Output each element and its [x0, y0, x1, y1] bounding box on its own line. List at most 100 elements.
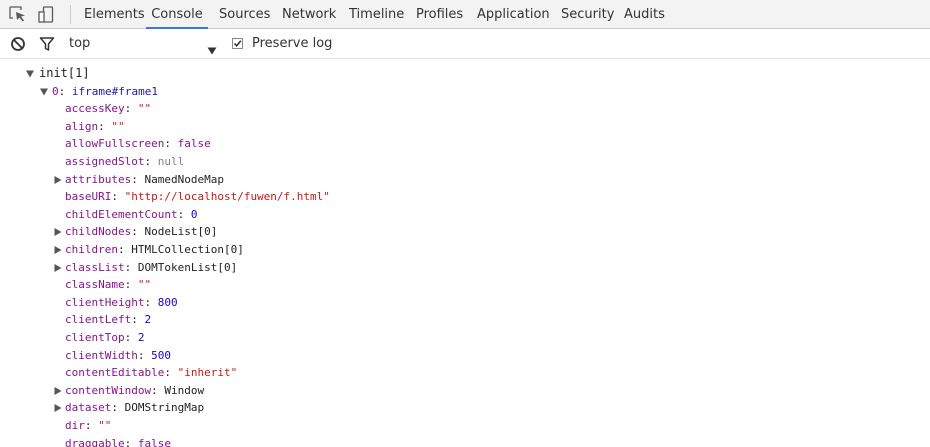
property-value: false	[177, 137, 211, 151]
property-separator: :	[164, 137, 178, 151]
property-name: childNodes	[65, 225, 132, 239]
property-separator: :	[124, 278, 138, 292]
expand-triangle-icon[interactable]	[54, 386, 62, 395]
property-separator: :	[164, 366, 178, 380]
collapse-triangle-icon[interactable]	[26, 70, 34, 78]
property-name: allowFullscreen	[65, 137, 165, 151]
expand-triangle-icon[interactable]	[54, 246, 62, 254]
devtools-window: Elements Console Sources Network Timelin…	[0, 0, 930, 447]
property-row: clientWidth: 500	[0, 347, 930, 365]
preserve-log-label[interactable]: Preserve log	[252, 29, 332, 59]
property-row[interactable]: classList: DOMTokenList[0]	[0, 259, 930, 277]
property-separator: :	[151, 383, 165, 397]
property-separator: :	[124, 102, 138, 116]
preserve-log-checkbox[interactable]	[232, 38, 243, 49]
property-separator: :	[144, 155, 158, 168]
property-separator: :	[111, 190, 125, 204]
property-value: ""	[98, 419, 112, 432]
property-name: attributes	[65, 172, 132, 186]
item-separator: :	[58, 84, 72, 98]
property-value: 2	[137, 331, 145, 344]
property-value: "inherit"	[177, 366, 238, 380]
expand-triangle-icon[interactable]	[54, 175, 62, 184]
property-value: 0	[190, 207, 198, 221]
property-separator: :	[84, 419, 99, 432]
property-name: contentWindow	[65, 383, 152, 397]
inspect-element-icon[interactable]	[9, 6, 27, 23]
property-row: contentEditable: "inherit"	[0, 364, 930, 382]
property-separator: :	[117, 243, 132, 256]
property-name: dataset	[65, 401, 112, 415]
item-tag: iframe#frame1	[71, 84, 158, 98]
dropdown-arrow-icon[interactable]	[207, 40, 217, 55]
property-row: clientHeight: 800	[0, 294, 930, 312]
property-separator: :	[144, 295, 158, 309]
context-selector[interactable]: top	[69, 29, 90, 59]
property-separator: :	[131, 313, 145, 327]
tab-timeline[interactable]: Timeline	[349, 0, 404, 28]
filter-icon[interactable]	[39, 36, 55, 52]
property-value: DOMStringMap	[124, 401, 205, 415]
property-row: clientLeft: 2	[0, 311, 930, 329]
tab-security[interactable]: Security	[561, 0, 614, 28]
property-row: clientTop: 2	[0, 329, 930, 347]
tab-profiles[interactable]: Profiles	[416, 0, 463, 28]
property-name: clientLeft	[65, 313, 132, 327]
property-value: 500	[151, 348, 171, 362]
property-value: false	[137, 436, 171, 447]
property-row: allowFullscreen: false	[0, 135, 930, 153]
property-row[interactable]: contentWindow: Window	[0, 382, 930, 400]
property-row[interactable]: childNodes: NodeList[0]	[0, 223, 930, 241]
property-value: "http://localhost/fuwen/f.html"	[124, 190, 330, 204]
tab-console[interactable]: Console	[146, 0, 208, 29]
property-name: align	[65, 119, 99, 133]
property-separator: :	[124, 331, 138, 344]
property-name: contentEditable	[65, 366, 165, 380]
property-name: dir	[65, 419, 85, 432]
property-row: childElementCount: 0	[0, 206, 930, 224]
devtools-tabbar: Elements Console Sources Network Timelin…	[0, 0, 930, 29]
property-value: NodeList[0]	[144, 225, 218, 239]
property-separator: :	[98, 119, 112, 133]
property-value: ""	[137, 278, 152, 292]
collapse-triangle-icon[interactable]	[40, 88, 48, 96]
tab-audits[interactable]: Audits	[624, 0, 665, 28]
property-name: baseURI	[65, 190, 112, 204]
property-value: NamedNodeMap	[144, 172, 224, 186]
property-separator: :	[111, 401, 125, 415]
property-name: draggable	[65, 436, 125, 447]
property-row[interactable]: dataset: DOMStringMap	[0, 399, 930, 417]
property-row: draggable: false	[0, 435, 930, 447]
property-row: assignedSlot: null	[0, 153, 930, 171]
tab-network[interactable]: Network	[282, 0, 336, 28]
property-name: className	[65, 278, 125, 292]
toolbar-divider	[70, 5, 71, 24]
property-name: assignedSlot	[65, 155, 145, 168]
clear-console-icon[interactable]	[10, 36, 26, 52]
tab-sources[interactable]: Sources	[219, 0, 270, 28]
property-value: null	[157, 155, 185, 168]
property-value: Window	[164, 383, 205, 397]
property-row[interactable]: attributes: NamedNodeMap	[0, 171, 930, 189]
expand-triangle-icon[interactable]	[54, 404, 62, 413]
property-separator: :	[124, 436, 138, 447]
expand-triangle-icon[interactable]	[54, 263, 62, 272]
tab-elements[interactable]: Elements	[84, 0, 145, 28]
property-row[interactable]: children: HTMLCollection[0]	[0, 241, 930, 259]
tab-application[interactable]: Application	[477, 0, 550, 28]
property-separator: :	[131, 225, 145, 239]
device-mode-icon[interactable]	[38, 6, 56, 23]
property-separator: :	[124, 260, 138, 274]
property-separator: :	[177, 207, 191, 221]
property-row: baseURI: "http://localhost/fuwen/f.html"	[0, 188, 930, 206]
property-name: childElementCount	[65, 207, 178, 221]
property-name: accessKey	[65, 102, 125, 116]
property-value: DOMTokenList[0]	[137, 260, 238, 274]
property-name: clientWidth	[65, 348, 138, 362]
property-separator: :	[131, 172, 145, 186]
property-value: ""	[137, 102, 152, 116]
property-row: className: ""	[0, 276, 930, 294]
console-output: init[1] 0: iframe#frame1 accessKey: "" al…	[0, 62, 930, 447]
expand-triangle-icon[interactable]	[54, 228, 62, 237]
property-name: children	[65, 243, 118, 256]
